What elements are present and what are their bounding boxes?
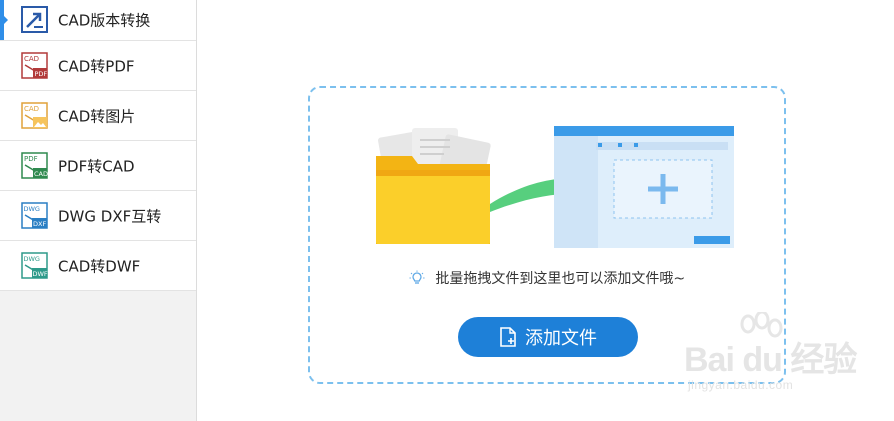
baidu-jingyan-watermark: Bai du 经验 jingyan.baidu.com (684, 312, 857, 407)
drop-hint-text: 批量拖拽文件到这里也可以添加文件哦~ (435, 271, 686, 287)
svg-text:DWG: DWG (24, 255, 40, 263)
watermark-logo: Bai du 经验 (684, 341, 857, 379)
svg-text:CAD: CAD (24, 55, 39, 63)
svg-text:PDF: PDF (24, 155, 38, 163)
folder-icon (376, 156, 490, 244)
add-file-icon (500, 327, 516, 347)
svg-text:DXF: DXF (33, 220, 46, 228)
add-files-label: 添加文件 (525, 328, 597, 349)
sidebar-item-cad-to-image[interactable]: CAD CAD转图片 (0, 91, 196, 141)
sidebar-item-label: CAD转图片 (58, 107, 136, 125)
sidebar: CAD版本转换 CAD PDF CAD转PDF CAD CAD转图片 PDF C… (0, 0, 197, 421)
lightbulb-icon (409, 270, 425, 284)
drop-hint: 批量拖拽文件到这里也可以添加文件哦~ (310, 268, 784, 288)
sidebar-item-label: PDF转CAD (58, 157, 135, 175)
sidebar-item-label: CAD版本转换 (58, 11, 151, 30)
cad-to-dwf-icon: DWG DWF (21, 251, 48, 279)
sidebar-item-cad-to-pdf[interactable]: CAD PDF CAD转PDF (0, 41, 196, 91)
pdf-to-cad-icon: PDF CAD (21, 151, 48, 179)
sidebar-item-cad-to-dwf[interactable]: DWG DWF CAD转DWF (0, 241, 196, 291)
sidebar-item-label: DWG DXF互转 (58, 207, 162, 225)
sidebar-item-dwg-dxf-convert[interactable]: DWG DXF DWG DXF互转 (0, 191, 196, 241)
svg-text:DWG: DWG (24, 205, 40, 213)
cad-version-convert-icon (21, 6, 48, 33)
svg-text:PDF: PDF (35, 70, 48, 78)
cad-to-image-icon: CAD (21, 101, 48, 129)
svg-text:DWF: DWF (33, 270, 48, 278)
sidebar-item-label: CAD转DWF (58, 257, 141, 275)
sidebar-item-pdf-to-cad[interactable]: PDF CAD PDF转CAD (0, 141, 196, 191)
app-window-icon (554, 126, 734, 248)
watermark-url: jingyan.baidu.com (688, 378, 794, 392)
cad-to-pdf-icon: CAD PDF (21, 51, 48, 79)
sidebar-item-label: CAD转PDF (58, 57, 135, 75)
add-files-button[interactable]: 添加文件 (458, 317, 638, 357)
sidebar-item-cad-version-convert[interactable]: CAD版本转换 (0, 0, 196, 41)
svg-text:CAD: CAD (24, 105, 39, 113)
drag-drop-illustration (376, 126, 734, 248)
dwg-dxf-convert-icon: DWG DXF (21, 201, 48, 229)
svg-text:CAD: CAD (34, 170, 48, 178)
